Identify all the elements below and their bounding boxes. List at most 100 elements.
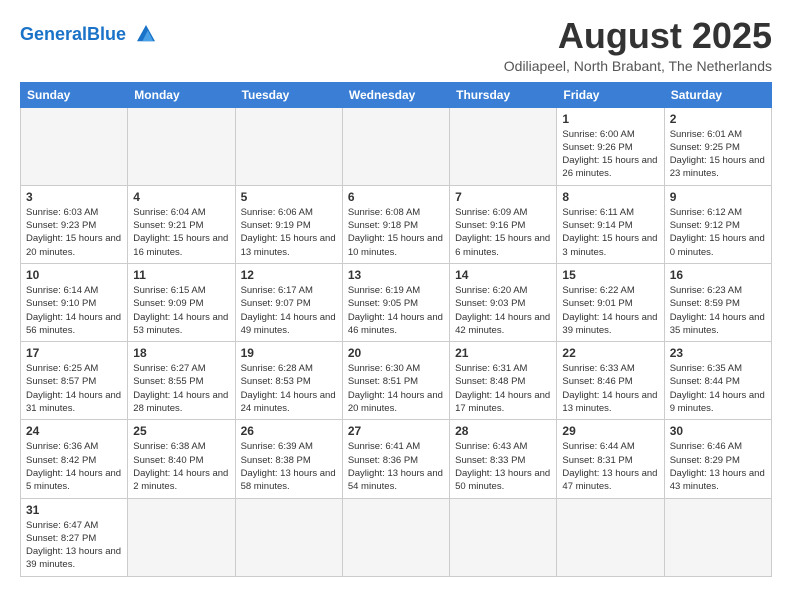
table-cell: 23 Sunrise: 6:35 AM Sunset: 8:44 PM Dayli… (664, 342, 771, 420)
day-info: Sunrise: 6:19 AM Sunset: 9:05 PM Dayligh… (348, 284, 444, 337)
table-cell: 24 Sunrise: 6:36 AM Sunset: 8:42 PM Dayli… (21, 420, 128, 498)
table-cell: 28 Sunrise: 6:43 AM Sunset: 8:33 PM Dayli… (450, 420, 557, 498)
day-info: Sunrise: 6:46 AM Sunset: 8:29 PM Dayligh… (670, 440, 766, 493)
day-number: 27 (348, 424, 444, 438)
logo-general: General (20, 24, 87, 44)
day-number: 11 (133, 268, 229, 282)
calendar-header-row: Sunday Monday Tuesday Wednesday Thursday… (21, 82, 772, 107)
table-cell: 14 Sunrise: 6:20 AM Sunset: 9:03 PM Dayli… (450, 263, 557, 341)
day-number: 22 (562, 346, 658, 360)
table-cell: 26 Sunrise: 6:39 AM Sunset: 8:38 PM Dayli… (235, 420, 342, 498)
table-cell: 29Sunrise: 6:44 AM Sunset: 8:31 PM Dayli… (557, 420, 664, 498)
day-number: 31 (26, 503, 122, 517)
header: GeneralBlue August 2025 Odiliapeel, Nort… (20, 16, 772, 74)
logo-blue: Blue (87, 24, 126, 44)
day-info: Sunrise: 6:38 AM Sunset: 8:40 PM Dayligh… (133, 440, 229, 493)
day-number: 19 (241, 346, 337, 360)
table-cell: 19 Sunrise: 6:28 AM Sunset: 8:53 PM Dayli… (235, 342, 342, 420)
day-number: 14 (455, 268, 551, 282)
day-info: Sunrise: 6:17 AM Sunset: 9:07 PM Dayligh… (241, 284, 337, 337)
day-info: Sunrise: 6:03 AM Sunset: 9:23 PM Dayligh… (26, 206, 122, 259)
table-cell: 17Sunrise: 6:25 AM Sunset: 8:57 PM Dayli… (21, 342, 128, 420)
calendar-title: August 2025 (504, 16, 772, 56)
table-cell: 22 Sunrise: 6:33 AM Sunset: 8:46 PM Dayli… (557, 342, 664, 420)
title-block: August 2025 Odiliapeel, North Brabant, T… (504, 16, 772, 74)
day-info: Sunrise: 6:27 AM Sunset: 8:55 PM Dayligh… (133, 362, 229, 415)
table-cell: 11 Sunrise: 6:15 AM Sunset: 9:09 PM Dayli… (128, 263, 235, 341)
day-number: 18 (133, 346, 229, 360)
day-info: Sunrise: 6:43 AM Sunset: 8:33 PM Dayligh… (455, 440, 551, 493)
day-info: Sunrise: 6:35 AM Sunset: 8:44 PM Dayligh… (670, 362, 766, 415)
day-info: Sunrise: 6:09 AM Sunset: 9:16 PM Dayligh… (455, 206, 551, 259)
table-cell: 1 Sunrise: 6:00 AM Sunset: 9:26 PM Daylig… (557, 107, 664, 185)
day-number: 30 (670, 424, 766, 438)
day-info: Sunrise: 6:04 AM Sunset: 9:21 PM Dayligh… (133, 206, 229, 259)
day-number: 7 (455, 190, 551, 204)
day-number: 23 (670, 346, 766, 360)
col-thursday: Thursday (450, 82, 557, 107)
col-monday: Monday (128, 82, 235, 107)
day-info: Sunrise: 6:15 AM Sunset: 9:09 PM Dayligh… (133, 284, 229, 337)
day-number: 26 (241, 424, 337, 438)
logo: GeneralBlue (20, 16, 164, 52)
table-cell: 6Sunrise: 6:08 AM Sunset: 9:18 PM Daylig… (342, 185, 449, 263)
day-info: Sunrise: 6:01 AM Sunset: 9:25 PM Dayligh… (670, 128, 766, 181)
day-info: Sunrise: 6:00 AM Sunset: 9:26 PM Dayligh… (562, 128, 658, 181)
calendar-table: Sunday Monday Tuesday Wednesday Thursday… (20, 82, 772, 577)
table-cell (450, 498, 557, 576)
day-info: Sunrise: 6:31 AM Sunset: 8:48 PM Dayligh… (455, 362, 551, 415)
table-cell: 25 Sunrise: 6:38 AM Sunset: 8:40 PM Dayli… (128, 420, 235, 498)
table-cell: 2 Sunrise: 6:01 AM Sunset: 9:25 PM Daylig… (664, 107, 771, 185)
day-info: Sunrise: 6:12 AM Sunset: 9:12 PM Dayligh… (670, 206, 766, 259)
day-info: Sunrise: 6:33 AM Sunset: 8:46 PM Dayligh… (562, 362, 658, 415)
day-info: Sunrise: 6:41 AM Sunset: 8:36 PM Dayligh… (348, 440, 444, 493)
day-number: 12 (241, 268, 337, 282)
table-cell (128, 498, 235, 576)
table-cell: 4 Sunrise: 6:04 AM Sunset: 9:21 PM Daylig… (128, 185, 235, 263)
table-cell (450, 107, 557, 185)
day-info: Sunrise: 6:30 AM Sunset: 8:51 PM Dayligh… (348, 362, 444, 415)
day-info: Sunrise: 6:39 AM Sunset: 8:38 PM Dayligh… (241, 440, 337, 493)
day-number: 9 (670, 190, 766, 204)
day-number: 10 (26, 268, 122, 282)
table-cell (664, 498, 771, 576)
table-cell: 16 Sunrise: 6:23 AM Sunset: 8:59 PM Dayli… (664, 263, 771, 341)
table-cell: 18 Sunrise: 6:27 AM Sunset: 8:55 PM Dayli… (128, 342, 235, 420)
table-cell: 15Sunrise: 6:22 AM Sunset: 9:01 PM Dayli… (557, 263, 664, 341)
table-cell: 7 Sunrise: 6:09 AM Sunset: 9:16 PM Daylig… (450, 185, 557, 263)
table-cell (342, 498, 449, 576)
day-number: 3 (26, 190, 122, 204)
day-number: 29 (562, 424, 658, 438)
day-number: 25 (133, 424, 229, 438)
table-cell: 3 Sunrise: 6:03 AM Sunset: 9:23 PM Daylig… (21, 185, 128, 263)
table-cell: 12 Sunrise: 6:17 AM Sunset: 9:07 PM Dayli… (235, 263, 342, 341)
table-cell (128, 107, 235, 185)
day-info: Sunrise: 6:47 AM Sunset: 8:27 PM Dayligh… (26, 519, 122, 572)
table-cell (235, 498, 342, 576)
table-cell: 10 Sunrise: 6:14 AM Sunset: 9:10 PM Dayli… (21, 263, 128, 341)
table-cell: 30 Sunrise: 6:46 AM Sunset: 8:29 PM Dayli… (664, 420, 771, 498)
table-cell: 31 Sunrise: 6:47 AM Sunset: 8:27 PM Dayli… (21, 498, 128, 576)
table-cell: 21 Sunrise: 6:31 AM Sunset: 8:48 PM Dayli… (450, 342, 557, 420)
day-number: 16 (670, 268, 766, 282)
day-number: 21 (455, 346, 551, 360)
day-number: 4 (133, 190, 229, 204)
day-info: Sunrise: 6:20 AM Sunset: 9:03 PM Dayligh… (455, 284, 551, 337)
col-friday: Friday (557, 82, 664, 107)
day-number: 2 (670, 112, 766, 126)
table-cell (21, 107, 128, 185)
table-cell: 5Sunrise: 6:06 AM Sunset: 9:19 PM Daylig… (235, 185, 342, 263)
day-number: 20 (348, 346, 444, 360)
day-info: Sunrise: 6:28 AM Sunset: 8:53 PM Dayligh… (241, 362, 337, 415)
day-info: Sunrise: 6:23 AM Sunset: 8:59 PM Dayligh… (670, 284, 766, 337)
day-number: 24 (26, 424, 122, 438)
day-number: 28 (455, 424, 551, 438)
page: GeneralBlue August 2025 Odiliapeel, Nort… (0, 0, 792, 587)
day-info: Sunrise: 6:36 AM Sunset: 8:42 PM Dayligh… (26, 440, 122, 493)
day-number: 1 (562, 112, 658, 126)
table-cell: 27 Sunrise: 6:41 AM Sunset: 8:36 PM Dayli… (342, 420, 449, 498)
table-cell (342, 107, 449, 185)
day-info: Sunrise: 6:14 AM Sunset: 9:10 PM Dayligh… (26, 284, 122, 337)
table-cell (235, 107, 342, 185)
logo-text: GeneralBlue (20, 25, 126, 43)
